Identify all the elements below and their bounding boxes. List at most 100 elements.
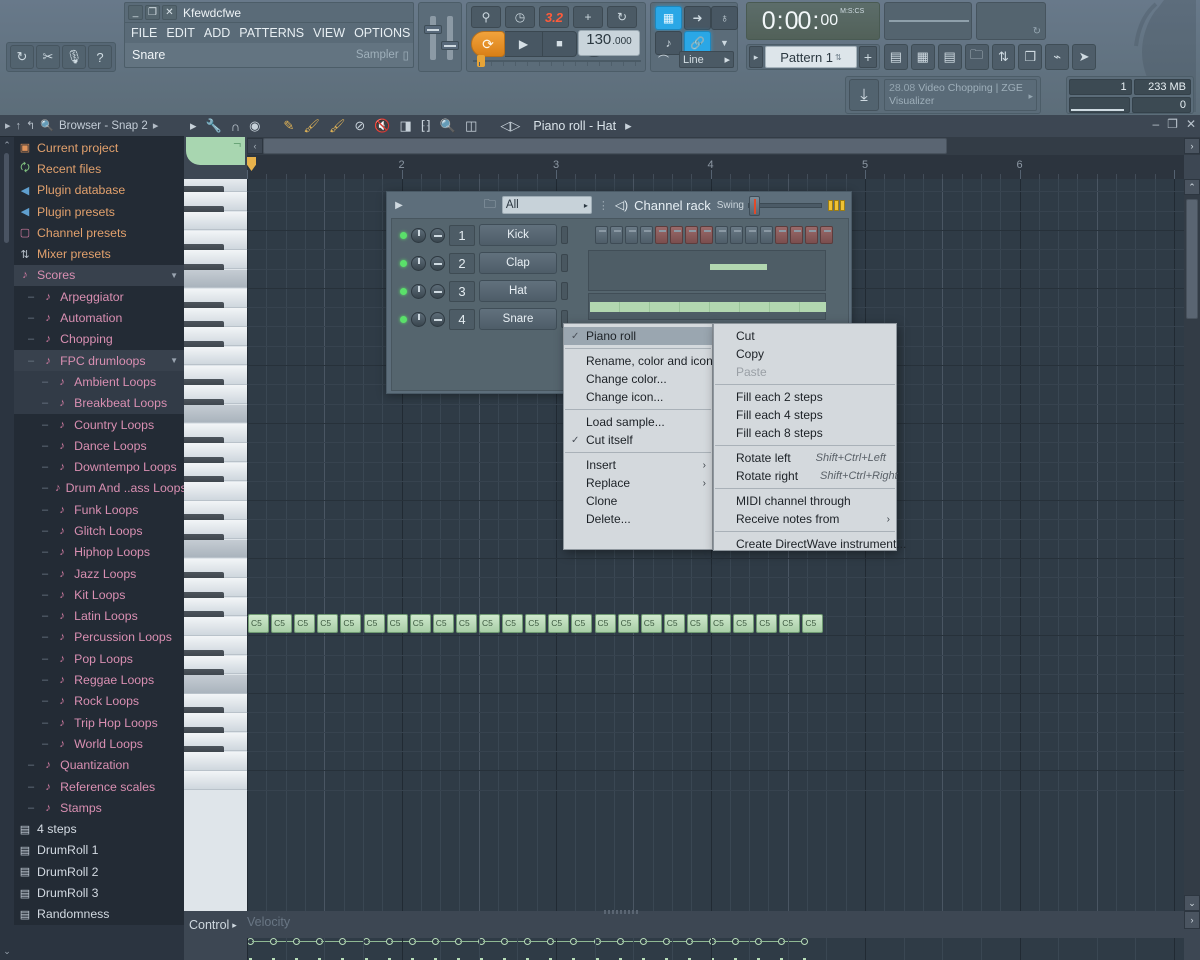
step-button-6[interactable] <box>670 226 683 244</box>
piano-roll-note[interactable]: C5 <box>617 614 639 633</box>
menu-item-insert[interactable]: Insert › <box>564 456 712 474</box>
menu-item-fill-each-2-steps[interactable]: Fill each 2 steps <box>714 388 896 406</box>
piano-roll-note[interactable]: C5 <box>294 614 316 633</box>
browser-item-stamps[interactable]: – ♪ Stamps <box>14 797 184 819</box>
chevron-right-icon[interactable]: ▶ <box>393 200 405 211</box>
browser-menu-icon[interactable]: ▸ <box>153 119 159 132</box>
step-button-12[interactable] <box>760 226 773 244</box>
chevron-down-icon[interactable]: ▼ <box>170 271 178 280</box>
browser-item-pop-loops[interactable]: – ♪ Pop Loops <box>14 648 184 670</box>
scroll-up-icon[interactable]: ⌃ <box>3 140 11 151</box>
channel-volume-knob[interactable] <box>430 227 445 243</box>
channel-name-button[interactable]: Clap <box>479 252 557 274</box>
piano-roll-note[interactable]: C5 <box>363 614 385 633</box>
browser-item-reference-scales[interactable]: – ♪ Reference scales <box>14 775 184 798</box>
pattern-menu-arrow[interactable]: ▸ <box>749 46 763 68</box>
step-button-13[interactable] <box>775 226 788 244</box>
piano-roll-icon[interactable]: ▤ <box>937 44 962 70</box>
browser-item-rock-loops[interactable]: – ♪ Rock Loops <box>14 690 184 713</box>
browser-item-drumroll-2[interactable]: ▤ DrumRoll 2 <box>14 861 184 883</box>
browser-item-jazz-loops[interactable]: – ♪ Jazz Loops <box>14 562 184 585</box>
mixer-icon[interactable]: ⇅ <box>991 44 1016 70</box>
channel-fx-number[interactable]: 4 <box>449 308 475 330</box>
menu-edit[interactable]: EDIT <box>166 26 194 40</box>
piano-keyboard[interactable]: C6C5C4C3 <box>184 179 247 911</box>
piano-key-white[interactable] <box>184 674 247 694</box>
close-button[interactable]: ✕ <box>1186 117 1196 131</box>
menu-item-rotate-right[interactable]: Rotate right Shift+Ctrl+Right <box>714 467 898 485</box>
countdown-icon[interactable]: ↻ <box>607 6 637 28</box>
step-button-4[interactable] <box>640 226 653 244</box>
pattern-name-field[interactable]: Pattern 1 ⇅ <box>765 46 857 68</box>
channel-pan-knob[interactable] <box>411 283 426 299</box>
piano-roll-note[interactable]: C5 <box>594 614 616 633</box>
piano-roll-menu-icon[interactable]: ◁▷ <box>500 118 520 134</box>
chevron-down-icon[interactable]: ▼ <box>170 356 178 365</box>
piano-roll-ruler[interactable]: 2 3 4 5 6 <box>247 155 1184 179</box>
browser-item-drumroll-1[interactable]: ▤ DrumRoll 1 <box>14 839 184 862</box>
piano-roll-note[interactable]: C5 <box>248 614 270 633</box>
piano-roll-note[interactable]: C5 <box>317 614 339 633</box>
wait-for-input-icon[interactable]: ◷ <box>505 6 535 28</box>
pattern-mode-button[interactable]: ▦ <box>655 6 682 30</box>
piano-roll-note[interactable]: C5 <box>571 614 593 633</box>
browser-item-channel-presets[interactable]: ▢ Channel presets <box>14 222 184 244</box>
browser-item-breakbeat-loops[interactable]: – ♪ Breakbeat Loops <box>14 392 184 414</box>
step-button-3[interactable] <box>625 226 638 244</box>
channel-pan-knob[interactable] <box>411 311 426 327</box>
paint-plus-icon[interactable]: 🖌 <box>329 118 346 134</box>
channel-enable-led[interactable] <box>400 287 407 295</box>
channel-enable-led[interactable] <box>400 315 407 323</box>
song-position-slider[interactable] <box>473 55 641 67</box>
playhead-marker[interactable] <box>247 157 256 171</box>
add-pattern-button[interactable]: + <box>859 46 877 68</box>
hat-preview-panel[interactable] <box>588 293 826 320</box>
piano-roll-note[interactable]: C5 <box>756 614 778 633</box>
channel-fx-number[interactable]: 1 <box>449 224 475 246</box>
playlist-icon[interactable]: ▤ <box>884 44 908 70</box>
channel-rack-speaker-icon[interactable]: ◁) <box>615 198 628 212</box>
step-button-7[interactable] <box>685 226 698 244</box>
back-arrow-icon[interactable]: ↰ <box>26 119 35 132</box>
channel-volume-knob[interactable] <box>430 283 445 299</box>
step-edit-icon[interactable]: + <box>573 6 603 28</box>
piano-roll-note[interactable]: C5 <box>525 614 547 633</box>
delete-icon[interactable]: ⊘ <box>354 118 365 134</box>
undo-icon[interactable]: ↻ <box>10 45 34 69</box>
browser-item-recent-files[interactable]: 🗘 Recent files <box>14 158 184 180</box>
piano-key-white[interactable] <box>184 211 247 231</box>
step-button-5[interactable] <box>655 226 668 244</box>
minimize-button[interactable]: – <box>1152 117 1159 131</box>
step-button-8[interactable] <box>700 226 713 244</box>
menu-item-copy[interactable]: Copy <box>714 345 896 363</box>
piano-roll-note[interactable]: C5 <box>686 614 708 633</box>
tools-icon[interactable]: ➤ <box>1072 44 1096 70</box>
scroll-down-icon[interactable]: ⌄ <box>1184 895 1200 911</box>
menu-item-rotate-left[interactable]: Rotate left Shift+Ctrl+Left <box>714 449 896 467</box>
piano-roll-note[interactable]: C5 <box>340 614 362 633</box>
time-display[interactable]: 0 : 00 : 00 M:S:CS <box>746 2 880 40</box>
resize-handle[interactable] <box>604 910 638 914</box>
typing-keyboard-icon[interactable]: ⚲ <box>471 6 501 28</box>
channel-volume-knob[interactable] <box>430 311 445 327</box>
hint-more-icon[interactable]: ▸ <box>1028 90 1033 103</box>
menu-options[interactable]: OPTIONS <box>354 26 410 40</box>
browser-icon[interactable]: 🗀 <box>964 44 989 70</box>
menu-item-clone[interactable]: Clone <box>564 492 712 510</box>
browser-item-drum-and-ass-loops[interactable]: – ♪ Drum And ..ass Loops <box>14 477 184 500</box>
menu-item-midi-channel-through[interactable]: MIDI channel through <box>714 492 896 510</box>
snap-magnet-icon[interactable]: ∩ <box>231 119 240 134</box>
browser-item-world-loops[interactable]: – ♪ World Loops <box>14 733 184 755</box>
browser-item-quantization[interactable]: – ♪ Quantization <box>14 754 184 776</box>
refresh-icon[interactable]: ↻ <box>1033 26 1041 37</box>
browser-item-trip-hop-loops[interactable]: – ♪ Trip Hop Loops <box>14 712 184 734</box>
maximize-button[interactable]: ❐ <box>145 5 160 20</box>
master-pitch-knob[interactable] <box>441 41 459 50</box>
chevron-right-icon[interactable]: ▸ <box>190 118 197 134</box>
piano-roll-note[interactable]: C5 <box>733 614 755 633</box>
browser-item-arpeggiator[interactable]: – ♪ Arpeggiator <box>14 286 184 308</box>
stop-button[interactable]: ■ <box>543 31 577 57</box>
vscroll-thumb[interactable] <box>1186 199 1198 319</box>
channel-pan-knob[interactable] <box>411 227 426 243</box>
clap-preview-panel[interactable] <box>588 250 826 291</box>
